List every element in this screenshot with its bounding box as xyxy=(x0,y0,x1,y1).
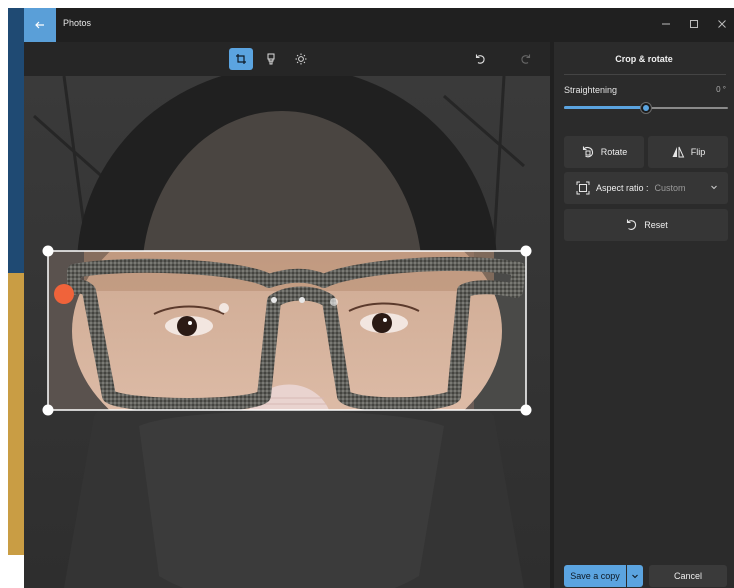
brightness-icon xyxy=(295,53,307,65)
crop-tool-button[interactable] xyxy=(229,48,253,70)
slider-thumb[interactable] xyxy=(640,102,652,114)
reset-label: Reset xyxy=(644,220,668,230)
maximize-icon xyxy=(690,20,698,28)
title-bar: Photos xyxy=(24,8,734,42)
rotate-button[interactable]: Rotate xyxy=(564,136,644,168)
image-canvas xyxy=(24,76,550,588)
rotate-icon xyxy=(582,146,593,158)
markup-tool-button[interactable] xyxy=(259,48,283,70)
aspect-ratio-label: Aspect ratio : xyxy=(596,183,649,193)
reset-button[interactable]: Reset xyxy=(564,209,728,241)
flip-button[interactable]: Flip xyxy=(648,136,728,168)
adjust-tool-button[interactable] xyxy=(289,48,313,70)
crop-icon xyxy=(236,54,246,64)
app-title: Photos xyxy=(63,18,92,28)
save-options-button[interactable] xyxy=(627,565,643,587)
redo-button[interactable] xyxy=(514,48,538,70)
reset-icon xyxy=(627,219,637,230)
back-button[interactable] xyxy=(24,8,56,42)
photos-window: Photos Crop & rotate Straightening 0 ° R… xyxy=(24,8,734,588)
chevron-down-icon xyxy=(711,185,717,190)
maximize-button[interactable] xyxy=(684,16,704,32)
redo-icon xyxy=(521,54,531,64)
markup-icon xyxy=(267,53,275,65)
minimize-icon xyxy=(662,23,670,25)
undo-button[interactable] xyxy=(468,48,492,70)
crop-rotate-panel: Crop & rotate Straightening 0 ° Rotate F… xyxy=(554,42,734,588)
close-icon xyxy=(718,20,726,28)
minimize-button[interactable] xyxy=(656,16,676,32)
flip-label: Flip xyxy=(690,147,706,157)
aspect-ratio-dropdown[interactable]: Aspect ratio : Custom xyxy=(564,172,728,204)
straightening-value: 0 ° xyxy=(716,85,726,94)
panel-title: Crop & rotate xyxy=(615,54,673,64)
photo-preview xyxy=(24,76,550,588)
aspect-ratio-icon xyxy=(576,181,590,195)
editor-toolbar xyxy=(24,42,550,76)
chevron-down-icon xyxy=(632,574,638,579)
rotate-label: Rotate xyxy=(600,147,628,157)
cancel-button[interactable]: Cancel xyxy=(649,565,727,587)
desktop-wallpaper-gold xyxy=(8,273,24,555)
aspect-ratio-value: Custom xyxy=(654,183,686,193)
close-button[interactable] xyxy=(712,16,732,32)
desktop-background xyxy=(0,0,24,588)
slider-fill xyxy=(564,106,646,109)
straightening-slider[interactable] xyxy=(564,100,728,116)
save-copy-button[interactable]: Save a copy xyxy=(564,565,626,587)
desktop-wallpaper-blue xyxy=(8,8,24,273)
flip-icon xyxy=(672,146,685,158)
straightening-label: Straightening xyxy=(564,85,618,95)
arrow-left-icon xyxy=(35,21,44,29)
panel-divider xyxy=(564,74,726,75)
undo-icon xyxy=(475,54,485,64)
